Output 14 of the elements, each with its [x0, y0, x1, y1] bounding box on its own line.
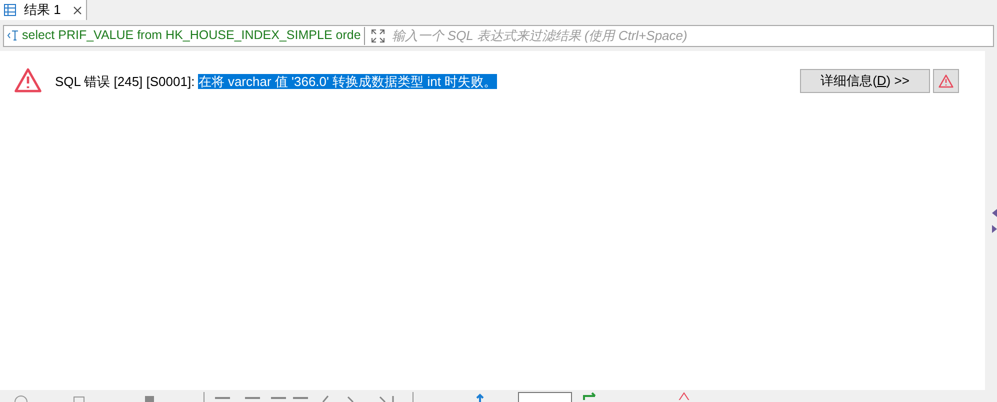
- close-icon[interactable]: [72, 6, 82, 14]
- query-text: select PRIF_VALUE from HK_HOUSE_INDEX_SIMPLE orde: [22, 27, 361, 44]
- expand-arrow-icon[interactable]: [992, 224, 997, 232]
- error-message: SQL 错误 [245] [S0001]: 在将 varchar 值 '366.0' 转换成数据类型 int 时失败。: [55, 73, 497, 91]
- text-cursor-icon: [7, 30, 19, 41]
- result-tab[interactable]: 结果 1: [0, 0, 87, 20]
- error-log-button[interactable]: [933, 69, 959, 93]
- collapse-arrow-icon[interactable]: [992, 208, 997, 216]
- grid-icon: [4, 4, 16, 16]
- filter-input[interactable]: 输入一个 SQL 表达式来过滤结果 (使用 Ctrl+Space): [392, 26, 993, 46]
- refresh-icon[interactable]: [582, 392, 598, 400]
- expand-icon[interactable]: [370, 28, 385, 42]
- filter-field[interactable]: select PRIF_VALUE from HK_HOUSE_INDEX_SIMPLE orde 输入一个 SQL 表达式来过滤结果 (使用 Ctrl+Space): [3, 24, 994, 46]
- details-button[interactable]: 详细信息(D) >>: [800, 69, 930, 93]
